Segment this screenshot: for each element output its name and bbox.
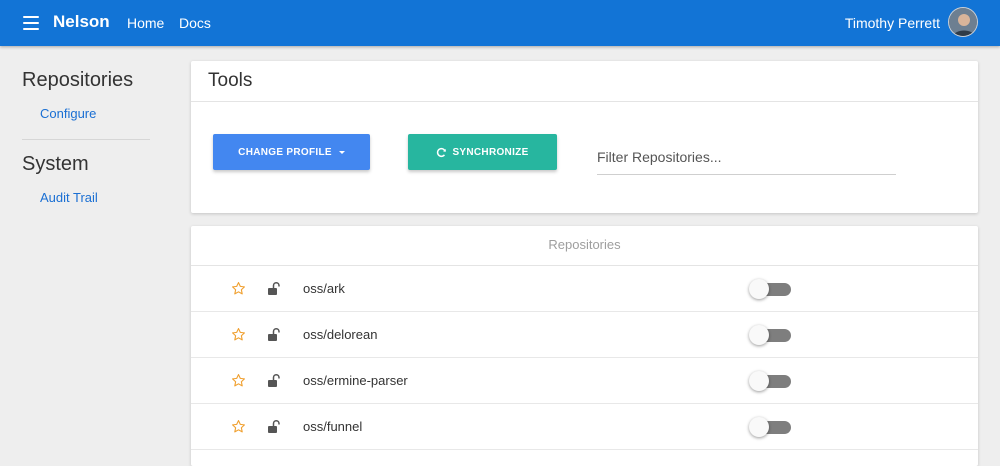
repository-name: oss/delorean <box>303 327 378 342</box>
change-profile-button[interactable]: CHANGE PROFILE <box>213 134 370 170</box>
synchronize-label: SYNCHRONIZE <box>452 146 529 158</box>
repositories-header: Repositories <box>191 226 978 266</box>
sidebar-link-audit-trail[interactable]: Audit Trail <box>40 190 98 205</box>
repository-row: oss/ark <box>191 266 978 312</box>
hamburger-menu-icon[interactable] <box>23 16 39 30</box>
repositories-card: Repositories oss/ark oss/delorean oss/er… <box>191 226 978 466</box>
repository-name: oss/funnel <box>303 419 363 434</box>
repository-enable-toggle[interactable] <box>749 417 791 437</box>
sidebar-heading-system: System <box>22 153 89 175</box>
star-icon[interactable] <box>231 373 246 388</box>
refresh-icon <box>437 147 447 157</box>
sidebar: Repositories Configure System Audit Trai… <box>0 46 175 460</box>
tools-card: Tools CHANGE PROFILE SYNCHRONIZE <box>191 61 978 213</box>
lock-open-icon <box>268 420 280 433</box>
caret-down-icon <box>338 150 345 154</box>
repository-enable-toggle[interactable] <box>749 279 791 299</box>
user-avatar[interactable] <box>948 7 978 37</box>
star-icon[interactable] <box>231 281 246 296</box>
repository-enable-toggle[interactable] <box>749 325 791 345</box>
repository-name: oss/ermine-parser <box>303 373 408 388</box>
repository-row: oss/ermine-parser <box>191 358 978 404</box>
sidebar-divider <box>22 139 150 140</box>
lock-open-icon <box>268 282 280 295</box>
nav-link-home[interactable]: Home <box>127 15 164 31</box>
user-name[interactable]: Timothy Perrett <box>845 15 940 31</box>
star-icon[interactable] <box>231 327 246 342</box>
filter-repositories-input[interactable] <box>597 139 896 175</box>
repository-enable-toggle[interactable] <box>749 371 791 391</box>
repository-row: oss/funnel <box>191 404 978 450</box>
repository-name: oss/ark <box>303 281 345 296</box>
top-navbar: Nelson Home Docs Timothy Perrett <box>0 0 1000 46</box>
sidebar-heading-repositories: Repositories <box>22 69 134 91</box>
star-icon[interactable] <box>231 419 246 434</box>
lock-open-icon <box>268 328 280 341</box>
synchronize-button[interactable]: SYNCHRONIZE <box>408 134 557 170</box>
sidebar-link-configure[interactable]: Configure <box>40 106 96 121</box>
nav-link-docs[interactable]: Docs <box>179 15 211 31</box>
brand-logo-text[interactable]: Nelson <box>53 12 110 32</box>
lock-open-icon <box>268 374 280 387</box>
tools-divider <box>191 101 978 102</box>
repository-row: oss/delorean <box>191 312 978 358</box>
tools-title: Tools <box>208 70 253 91</box>
change-profile-label: CHANGE PROFILE <box>238 146 332 158</box>
